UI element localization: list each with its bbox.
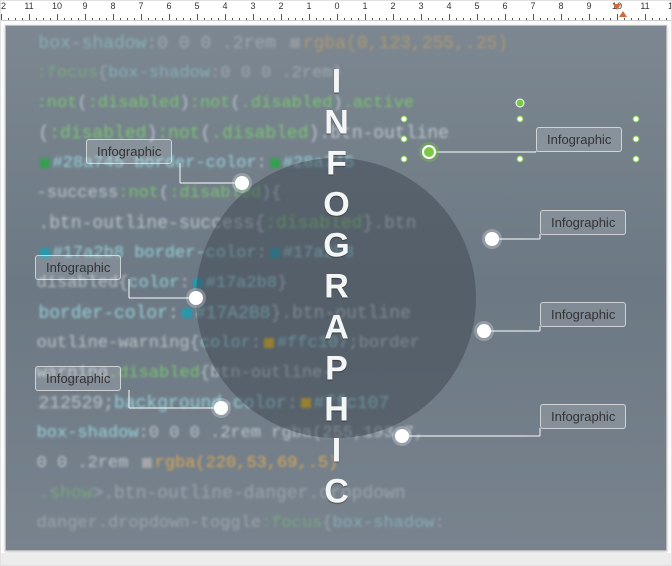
editor-bottom-strip xyxy=(1,553,671,565)
horizontal-ruler[interactable]: 1211109876543210123456789101112 xyxy=(1,1,671,21)
selection-handle[interactable] xyxy=(633,116,640,123)
indent-marker-right[interactable] xyxy=(619,11,626,17)
callout-box[interactable]: Infographic xyxy=(540,302,626,327)
selection-frame xyxy=(404,119,636,159)
callout-node[interactable] xyxy=(485,232,499,246)
selection-handle[interactable] xyxy=(517,116,524,123)
rotation-handle[interactable] xyxy=(516,99,525,108)
editor-app: 1211109876543210123456789101112 box-shad… xyxy=(0,0,672,566)
callout-node[interactable] xyxy=(395,429,409,443)
callout-box[interactable]: Infographic xyxy=(35,255,121,280)
center-title-text[interactable]: INFOGRAPHIC xyxy=(317,63,356,514)
selection-handle[interactable] xyxy=(401,116,408,123)
selection-handle[interactable] xyxy=(401,136,408,143)
callout-label: Infographic xyxy=(46,260,110,275)
callout-box[interactable]: Infographic xyxy=(35,366,121,391)
selection-handle[interactable] xyxy=(633,136,640,143)
selection-handle[interactable] xyxy=(633,156,640,163)
callout-label: Infographic xyxy=(46,371,110,386)
slide-canvas[interactable]: box-shadow:0 0 0 .2rem rgba(0,123,255,.2… xyxy=(5,25,667,551)
callout-node[interactable] xyxy=(235,176,249,190)
selection-handle[interactable] xyxy=(517,156,524,163)
callout-label: Infographic xyxy=(551,409,615,424)
indent-marker-left[interactable] xyxy=(613,4,620,10)
callout-label: Infographic xyxy=(551,307,615,322)
callout-node[interactable] xyxy=(214,401,228,415)
callout-box[interactable]: Infographic xyxy=(540,404,626,429)
callout-node[interactable] xyxy=(189,291,203,305)
callout-label: Infographic xyxy=(551,215,615,230)
callout-label: Infographic xyxy=(97,144,161,159)
selection-handle[interactable] xyxy=(401,156,408,163)
callout-box[interactable]: Infographic xyxy=(86,139,172,164)
callout-box[interactable]: Infographic xyxy=(540,210,626,235)
callout-node[interactable] xyxy=(477,324,491,338)
